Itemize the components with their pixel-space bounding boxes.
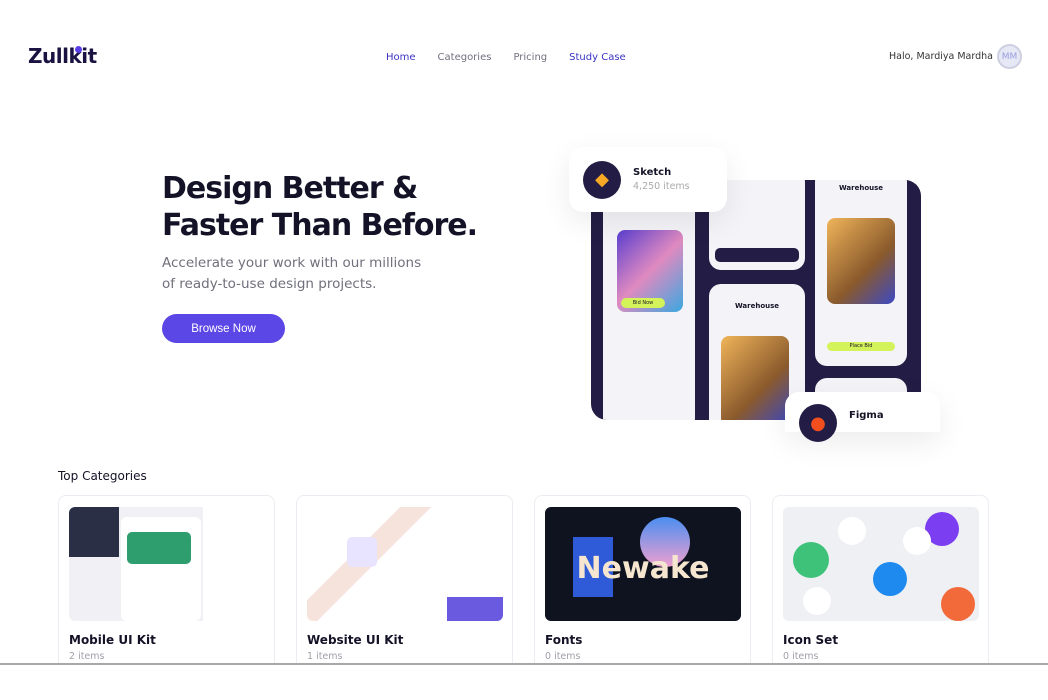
icon-set-thumbnail (783, 507, 979, 621)
section-title: Top Categories (58, 469, 147, 483)
mockup-warehouse-title: Warehouse (734, 302, 780, 310)
hero-title-line2: Faster Than Before. (162, 208, 478, 243)
category-count: 2 items (69, 651, 105, 662)
category-count: 1 items (307, 651, 343, 662)
hero-subtitle-line2: of ready-to-use design projects. (162, 276, 377, 292)
hero-title-line1: Design Better & (162, 171, 418, 206)
sketch-title: Sketch (633, 167, 672, 178)
sketch-diamond-icon: ◆ (583, 160, 621, 199)
user-menu[interactable]: Halo, Mardiya Mardha MM (889, 44, 1022, 69)
mockup-warehouse-title-2: Warehouse (838, 184, 884, 192)
category-name: Icon Set (783, 633, 839, 647)
newake-art-text: Newake (576, 551, 710, 586)
avatar[interactable]: MM (997, 44, 1022, 69)
category-count: 0 items (783, 651, 819, 662)
mockup-bid-now: Bid Now (621, 298, 665, 308)
mockup-warehouse-image (721, 336, 789, 420)
figma-icon: ● (799, 404, 837, 442)
category-count: 0 items (545, 651, 581, 662)
logo[interactable]: Zullkit (28, 44, 97, 68)
hero-subtitle-line1: Accelerate your work with our millions (162, 255, 422, 271)
nav-study-case[interactable]: Study Case (569, 52, 626, 63)
hero-subtitle: Accelerate your work with our millions of… (162, 253, 422, 295)
figma-card[interactable]: ● Figma (785, 392, 940, 442)
category-name: Mobile UI Kit (69, 633, 156, 647)
mockup-place-bid: Place Bid (827, 342, 895, 351)
website-ui-kit-thumbnail (307, 507, 503, 621)
user-greeting: Halo, Mardiya Mardha (889, 51, 993, 62)
hero-mockup-image: Bid Now Warehouse Warehouse Place Bid (591, 180, 921, 420)
below-fold-area (0, 665, 1048, 700)
category-name: Website UI Kit (307, 633, 404, 647)
nav-pricing[interactable]: Pricing (513, 52, 547, 63)
figma-title: Figma (849, 410, 884, 421)
main-nav: Home Categories Pricing Study Case (386, 52, 626, 63)
hero-title: Design Better & Faster Than Before. (162, 170, 478, 244)
nav-categories[interactable]: Categories (438, 52, 492, 63)
category-name: Fonts (545, 633, 583, 647)
browse-now-button[interactable]: Browse Now (162, 314, 285, 343)
mockup-phone-nft: Bid Now (603, 200, 695, 420)
logo-text: Zullkit (28, 44, 97, 68)
nav-home[interactable]: Home (386, 52, 416, 63)
sketch-card[interactable]: ◆ Sketch 4,250 items (569, 147, 727, 212)
sketch-count: 4,250 items (633, 181, 690, 192)
mobile-ui-kit-thumbnail (69, 507, 265, 621)
mockup-warehouse-image-2 (827, 218, 895, 304)
fonts-thumbnail: Newake (545, 507, 741, 621)
logo-dot (75, 46, 82, 53)
mockup-tabbar (715, 248, 799, 262)
mockup-phone-bid: Warehouse Place Bid (815, 180, 907, 366)
